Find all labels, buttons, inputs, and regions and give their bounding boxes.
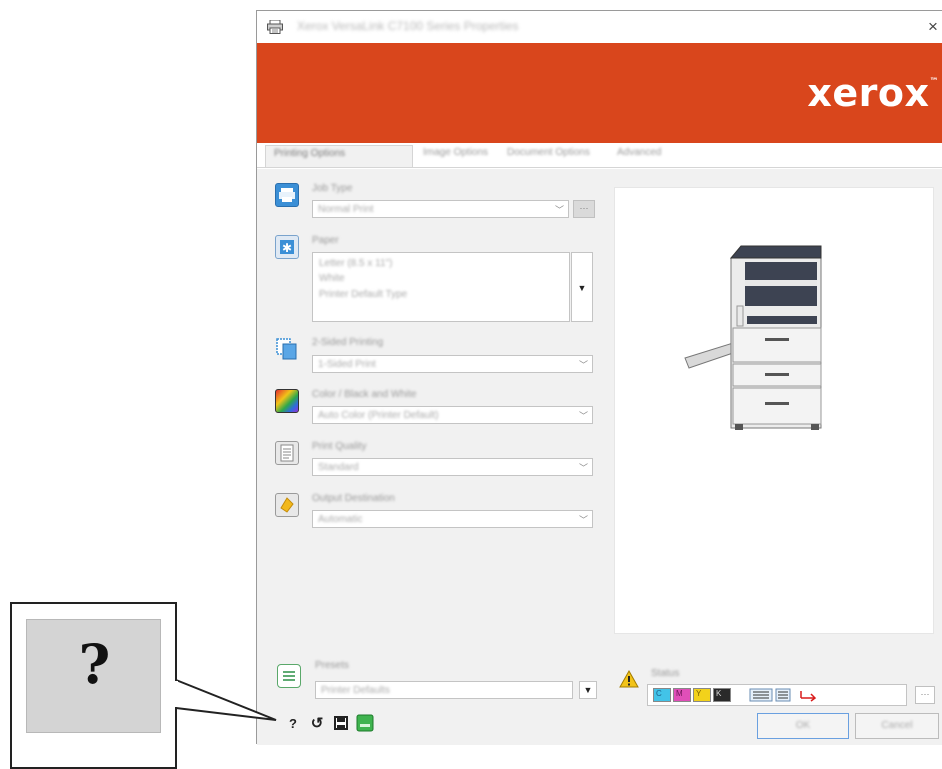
status-details-button[interactable]: ··· — [915, 686, 935, 704]
tab-advanced[interactable]: Advanced — [617, 147, 661, 163]
caret-down-icon: ▼ — [583, 685, 593, 695]
brand-banner: xerox™ — [257, 43, 942, 143]
toner-magenta-letter: M — [676, 689, 683, 698]
chevron-down-icon: ﹀ — [578, 411, 588, 421]
tab-label: Printing Options — [274, 148, 346, 159]
help-button[interactable]: ? — [283, 713, 303, 733]
paper-label: Paper — [312, 235, 339, 246]
two-sided-select[interactable]: 1-Sided Print ﹀ — [312, 355, 593, 373]
print-quality-icon — [275, 441, 299, 465]
output-tray-status-icon — [775, 688, 791, 702]
reset-button[interactable]: ↺ — [307, 713, 327, 733]
paper-dropdown-button[interactable]: ▼ — [571, 252, 593, 322]
paper-type: Printer Default Type — [319, 289, 408, 300]
paper-color: White — [319, 273, 345, 284]
job-type-label: Job Type — [312, 183, 353, 194]
cancel-label: Cancel — [881, 720, 913, 731]
chevron-down-icon: ﹀ — [578, 463, 588, 473]
close-icon[interactable]: × — [923, 17, 942, 37]
printer-icon — [275, 183, 299, 207]
presets-icon — [277, 664, 301, 688]
save-button[interactable] — [331, 713, 351, 733]
toner-cyan-letter: C — [656, 689, 662, 698]
cancel-button[interactable]: Cancel — [855, 713, 939, 739]
output-destination-select[interactable]: Automatic ﹀ — [312, 510, 593, 528]
chevron-down-icon: ﹀ — [578, 515, 588, 525]
eco-icon — [356, 714, 374, 732]
color-select[interactable]: Auto Color (Printer Default) ﹀ — [312, 406, 593, 424]
printer-illustration — [684, 245, 822, 430]
chevron-down-icon: ﹀ — [554, 205, 564, 215]
presets-label: Presets — [315, 660, 349, 671]
two-sided-label: 2-Sided Printing — [312, 337, 384, 348]
callout-help-icon: ? — [78, 632, 111, 696]
color-value: Auto Color (Printer Default) — [318, 410, 439, 421]
tab-strip: Printing Options Image Options Document … — [257, 145, 942, 168]
eco-mode-button[interactable] — [355, 713, 375, 733]
toner-cyan: C — [653, 688, 671, 702]
color-icon — [275, 389, 299, 413]
brand-text: xerox — [807, 71, 930, 115]
toner-magenta: M — [673, 688, 691, 702]
output-destination-value: Automatic — [318, 514, 363, 525]
paper-tray-status-icon — [749, 688, 773, 702]
window-title: Xerox VersaLink C7100 Series Properties — [297, 19, 519, 33]
print-quality-label: Print Quality — [312, 441, 367, 452]
toner-black: K — [713, 688, 731, 702]
warning-icon[interactable] — [619, 670, 639, 688]
two-sided-value: 1-Sided Print — [318, 359, 376, 370]
color-label: Color / Black and White — [312, 389, 417, 400]
title-bar: Xerox VersaLink C7100 Series Properties … — [257, 11, 942, 43]
xerox-logo: xerox™ — [807, 71, 939, 115]
job-type-setup-button[interactable]: ··· — [573, 200, 595, 218]
callout-joint-mask — [174, 681, 178, 707]
help-button-callout: ? — [10, 602, 177, 769]
trademark: ™ — [929, 77, 939, 87]
callout-help-button: ? — [26, 619, 161, 733]
tab-printing-options[interactable]: Printing Options — [265, 145, 413, 167]
output-icon — [275, 493, 299, 517]
tab-image-options[interactable]: Image Options — [423, 147, 488, 163]
help-icon: ? — [289, 715, 297, 731]
toner-yellow: Y — [693, 688, 711, 702]
presets-value: Printer Defaults — [321, 685, 390, 696]
ok-button[interactable]: OK — [757, 713, 849, 739]
two-sided-icon — [275, 337, 299, 361]
printer-properties-dialog: Xerox VersaLink C7100 Series Properties … — [256, 10, 942, 745]
chevron-down-icon: ﹀ — [578, 360, 588, 370]
paper-size: Letter (8.5 x 11") — [319, 258, 393, 269]
arrow-right-icon — [800, 691, 817, 702]
save-icon — [334, 716, 348, 730]
toner-yellow-letter: Y — [696, 689, 702, 698]
svg-text:✱: ✱ — [282, 241, 292, 255]
ok-label: OK — [795, 720, 811, 731]
print-quality-select[interactable]: Standard ﹀ — [312, 458, 593, 476]
presets-select[interactable]: Printer Defaults — [315, 681, 573, 699]
print-quality-value: Standard — [318, 462, 359, 473]
paper-summary[interactable]: Letter (8.5 x 11") White Printer Default… — [312, 252, 570, 322]
status-label: Status — [651, 668, 680, 679]
reset-icon: ↺ — [310, 715, 324, 732]
caret-down-icon: ▼ — [577, 283, 587, 293]
presets-dropdown-button[interactable]: ▼ — [579, 681, 597, 699]
tab-document-options[interactable]: Document Options — [507, 147, 590, 163]
printer-preview — [614, 187, 934, 634]
printing-options-panel: Job Type Normal Print ﹀ ··· ✱ Paper Lett… — [257, 169, 942, 654]
paper-icon: ✱ — [275, 235, 299, 259]
output-destination-label: Output Destination — [312, 493, 395, 504]
job-type-value: Normal Print — [318, 204, 374, 215]
job-type-select[interactable]: Normal Print ﹀ — [312, 200, 569, 218]
printer-app-icon — [267, 20, 283, 34]
toner-black-letter: K — [716, 689, 722, 698]
